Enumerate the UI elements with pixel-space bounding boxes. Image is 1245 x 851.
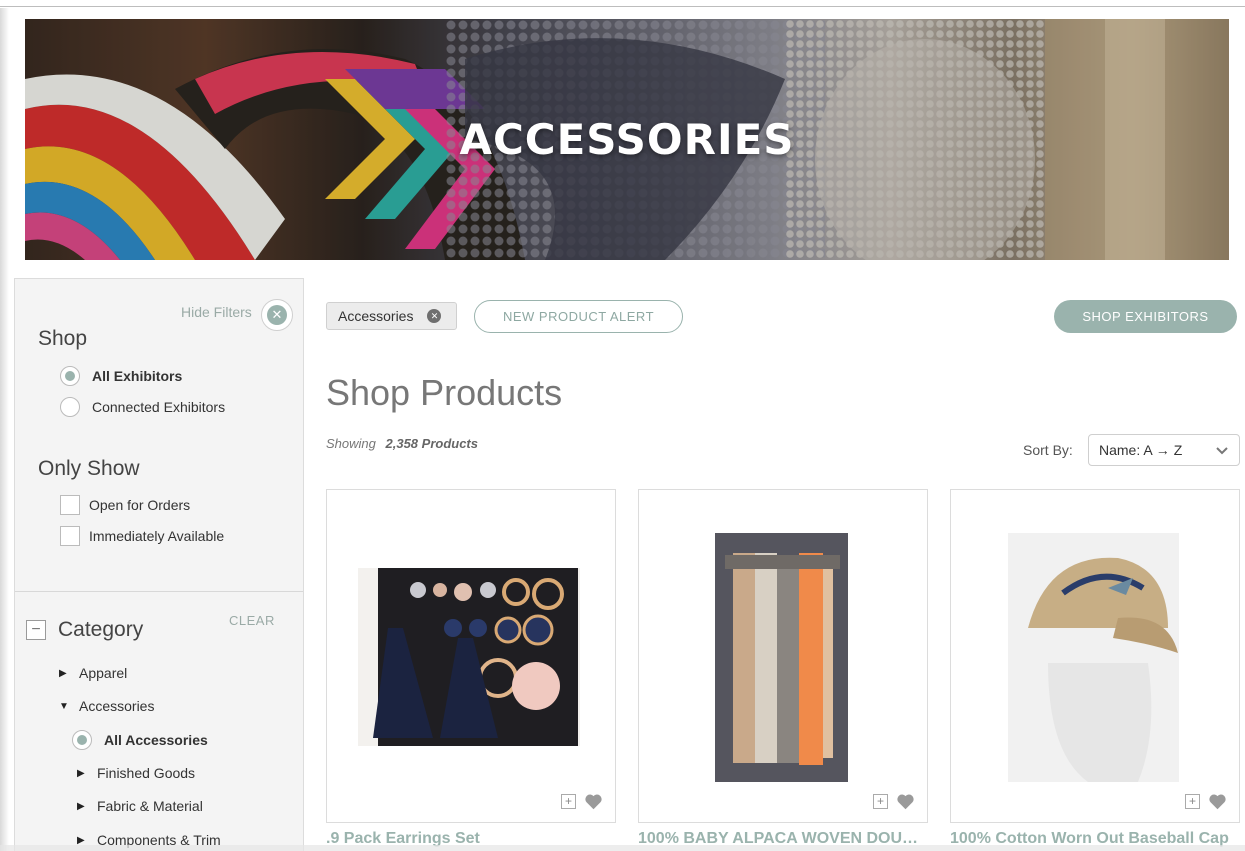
new-product-alert-button[interactable]: NEW PRODUCT ALERT (474, 300, 683, 333)
category-label: All Accessories (104, 732, 208, 748)
add-icon[interactable]: + (1185, 794, 1200, 809)
caret-right-icon: ▶ (77, 800, 85, 812)
checkbox[interactable] (60, 495, 80, 515)
collapse-category-icon[interactable]: − (26, 620, 46, 640)
shop-section-title: Shop (38, 327, 88, 350)
category-item-all-accessories[interactable]: All Accessories (72, 730, 208, 750)
radio-button[interactable] (60, 397, 80, 417)
sort-select[interactable]: Name: A → Z (1088, 434, 1240, 466)
caret-down-icon: ▼ (59, 700, 69, 712)
product-image[interactable] (715, 533, 848, 782)
product-card[interactable]: + (638, 489, 928, 823)
caret-right-icon: ▶ (77, 767, 85, 779)
earrings-image (373, 568, 578, 746)
only-show-section-title: Only Show (38, 457, 140, 480)
category-label: Finished Goods (97, 765, 196, 781)
caret-right-icon: ▶ (77, 834, 85, 846)
page-title: Shop Products (326, 372, 563, 413)
category-section-title: Category (58, 618, 144, 641)
hide-filters-link[interactable]: Hide Filters (181, 304, 252, 320)
checkbox-label: Open for Orders (89, 497, 191, 513)
product-count: Showing 2,358 Products (326, 436, 478, 451)
section-divider (15, 591, 303, 592)
card-actions: + (873, 793, 915, 810)
category-item-apparel[interactable]: ▶ Apparel (59, 665, 127, 681)
category-item-accessories[interactable]: ▼ Accessories (59, 698, 154, 714)
hero-banner: ACCESSORIES (25, 19, 1229, 260)
filters-sidebar: Hide Filters ✕ Shop All Exhibitors Conne… (14, 278, 304, 851)
heart-icon[interactable] (584, 793, 603, 810)
left-edge-shadow (0, 8, 9, 851)
checkbox-open-for-orders[interactable]: Open for Orders (60, 495, 190, 515)
top-rule (0, 6, 1245, 7)
card-actions: + (561, 793, 603, 810)
card-actions: + (1185, 793, 1227, 810)
category-label: Apparel (79, 665, 128, 681)
caret-right-icon: ▶ (59, 667, 67, 679)
product-image[interactable] (358, 568, 580, 746)
checkbox[interactable] (60, 526, 80, 546)
category-clear-link[interactable]: CLEAR (229, 613, 275, 628)
heart-icon[interactable] (1208, 793, 1227, 810)
radio-label: All Exhibitors (92, 368, 183, 384)
radio-connected-exhibitors[interactable]: Connected Exhibitors (60, 397, 225, 417)
radio-all-exhibitors[interactable]: All Exhibitors (60, 366, 182, 386)
bottom-fade (0, 845, 1245, 851)
checkbox-immediately-available[interactable]: Immediately Available (60, 526, 224, 546)
showing-label: Showing (326, 436, 376, 451)
chevron-down-icon (1216, 447, 1228, 455)
shop-exhibitors-button[interactable]: SHOP EXHIBITORS (1054, 300, 1237, 333)
category-label: Accessories (79, 698, 155, 714)
add-icon[interactable]: + (561, 794, 576, 809)
close-icon: ✕ (267, 305, 287, 325)
baseball-cap-image (1008, 533, 1179, 782)
sort-label: Sort By: (1023, 442, 1073, 458)
category-label: Fabric & Material (97, 798, 203, 814)
category-item-fabric-material[interactable]: ▶ Fabric & Material (77, 798, 203, 814)
radio-button[interactable] (72, 730, 92, 750)
category-item-finished-goods[interactable]: ▶ Finished Goods (77, 765, 195, 781)
product-image[interactable] (1008, 533, 1179, 782)
showing-count: 2,358 Products (385, 436, 479, 451)
hide-filters-button[interactable]: ✕ (261, 299, 293, 331)
add-icon[interactable]: + (873, 794, 888, 809)
radio-button[interactable] (60, 366, 80, 386)
scarves-image (715, 533, 848, 782)
hero-title: ACCESSORIES (459, 115, 795, 164)
checkbox-label: Immediately Available (89, 528, 225, 544)
heart-icon[interactable] (896, 793, 915, 810)
radio-label: Connected Exhibitors (92, 399, 226, 415)
remove-chip-icon[interactable]: ✕ (427, 309, 442, 323)
active-filter-chip[interactable]: Accessories ✕ (326, 302, 457, 330)
product-card[interactable]: + (950, 489, 1240, 823)
chip-label: Accessories (338, 308, 414, 324)
sort-value: Name: A → Z (1099, 442, 1183, 458)
product-card[interactable]: + (326, 489, 616, 823)
